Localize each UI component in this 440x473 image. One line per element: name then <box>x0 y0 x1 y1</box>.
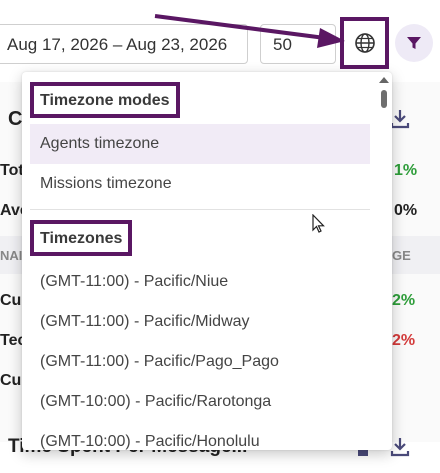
card-title-fragment: C <box>8 108 23 130</box>
timezone-option[interactable]: (GMT-10:00) - Pacific/Rarotonga <box>30 382 370 422</box>
timezone-option[interactable]: (GMT-11:00) - Pacific/Niue <box>30 262 370 302</box>
header-name: NAI <box>0 248 23 263</box>
timezone-modes-heading: Timezone modes <box>30 82 180 118</box>
percent-value: 0% <box>394 202 418 219</box>
download-icon[interactable] <box>390 436 410 458</box>
scroll-thumb[interactable] <box>381 90 387 108</box>
mouse-cursor-icon <box>312 214 325 233</box>
option-missions-timezone[interactable]: Missions timezone <box>30 164 370 204</box>
download-icon[interactable] <box>390 108 410 130</box>
timezone-option[interactable]: (GMT-11:00) - Pacific/Pago_Pago <box>30 342 370 382</box>
filter-button[interactable] <box>395 24 433 62</box>
divider <box>30 209 370 210</box>
dropdown-scrollbar[interactable] <box>378 74 390 448</box>
row-label: Tot <box>0 162 24 179</box>
percent-value: 2% <box>392 332 416 349</box>
toolbar: Aug 17, 2026 – Aug 23, 2026 50 <box>0 0 440 70</box>
timezone-dropdown: Timezone modes Agents timezone Missions … <box>22 72 392 450</box>
header-change: GE <box>392 248 411 263</box>
timezone-option[interactable]: (GMT-11:00) - Pacific/Midway <box>30 302 370 342</box>
option-agents-timezone[interactable]: Agents timezone <box>30 124 370 164</box>
timezones-heading: Timezones <box>30 220 133 256</box>
timezone-option[interactable]: (GMT-10:00) - Pacific/Honolulu <box>30 422 370 450</box>
filter-icon <box>407 37 421 49</box>
annotation-arrow <box>154 14 345 48</box>
percent-value: 2% <box>392 292 416 309</box>
scroll-up-arrow-icon[interactable] <box>379 77 389 83</box>
percent-value: 1% <box>394 162 418 179</box>
